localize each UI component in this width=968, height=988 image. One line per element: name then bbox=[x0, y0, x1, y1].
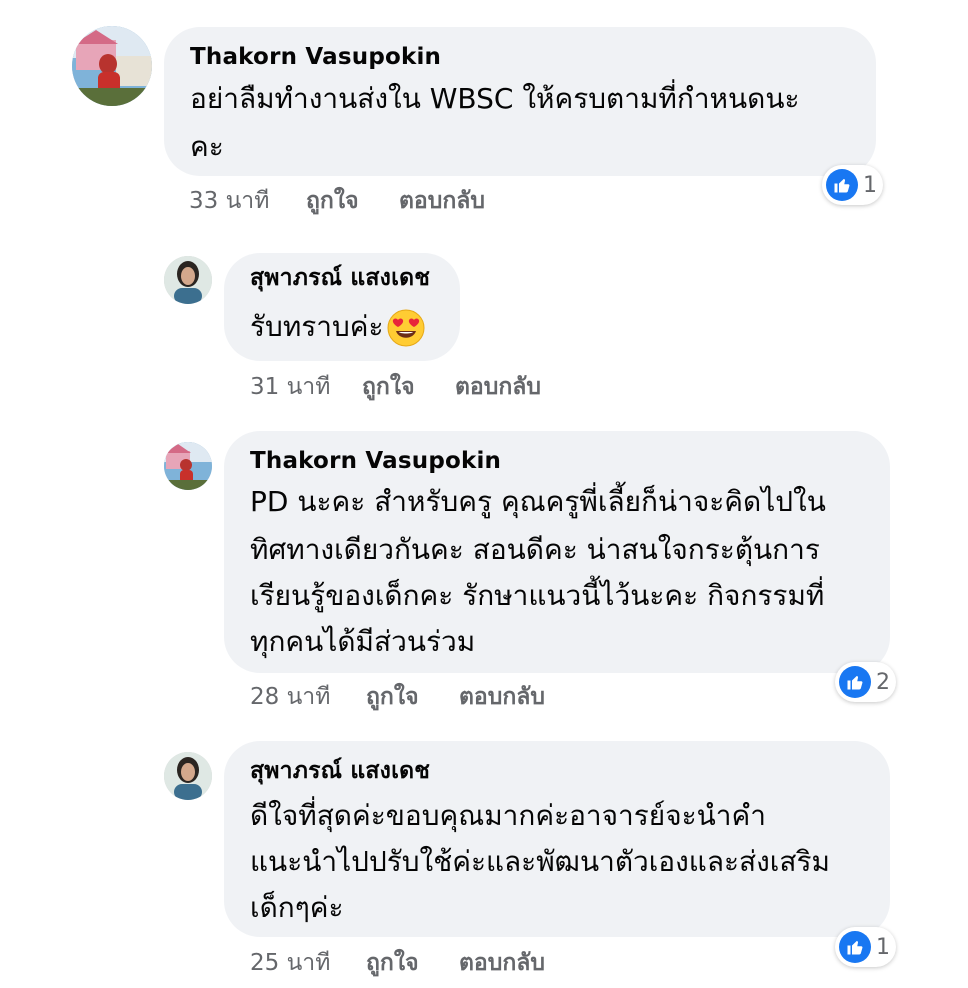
comment-bubble: สุพาภรณ์ แสงเดช ดีใจที่สุดค่ะขอบคุณมากค่… bbox=[224, 741, 890, 937]
comment-text-line: ทุกคนได้มีส่วนร่วม bbox=[250, 625, 476, 658]
comment-actions: 28 นาที ถูกใจ ตอบกลับ bbox=[250, 679, 650, 710]
comment-text-line: แนะนำไปปรับใช้ค่ะและพัฒนาตัวเองและส่งเสร… bbox=[250, 845, 830, 878]
like-button[interactable]: ถูกใจ bbox=[366, 679, 419, 715]
reaction-badge[interactable]: 1 bbox=[835, 927, 896, 967]
timestamp[interactable]: 31 นาที bbox=[250, 369, 330, 405]
comment-text-line: เด็กๆค่ะ bbox=[250, 891, 344, 924]
like-icon bbox=[839, 931, 871, 963]
reaction-count: 1 bbox=[863, 172, 877, 198]
avatar-photo bbox=[72, 26, 152, 106]
reaction-badge[interactable]: 1 bbox=[822, 165, 883, 205]
timestamp[interactable]: 28 นาที bbox=[250, 679, 330, 715]
reply-button[interactable]: ตอบกลับ bbox=[459, 945, 545, 981]
comment-bubble: Thakorn Vasupokin อย่าลืมทำงานส่งใน WBSC… bbox=[164, 27, 876, 176]
reply-button[interactable]: ตอบกลับ bbox=[399, 183, 485, 219]
comment-text-line: คะ bbox=[190, 130, 224, 163]
comment-actions: 31 นาที ถูกใจ ตอบกลับ bbox=[250, 369, 650, 400]
comment-bubble: Thakorn Vasupokin PD นะคะ สำหรับครู คุณค… bbox=[224, 431, 890, 673]
avatar[interactable] bbox=[164, 256, 212, 304]
comment-text-line: เรียนรู้ของเด็กคะ รักษาแนวนี้ไว้นะคะ กิจ… bbox=[250, 579, 825, 612]
like-icon bbox=[839, 666, 871, 698]
comment-text-line: รับทราบค่ะ bbox=[250, 310, 384, 343]
avatar-photo bbox=[164, 752, 212, 800]
comment-bubble: สุพาภรณ์ แสงเดช รับทราบค่ะ bbox=[224, 253, 460, 361]
like-button[interactable]: ถูกใจ bbox=[366, 945, 419, 981]
comment-text-line: PD นะคะ สำหรับครู คุณครูพี่เลี้ยก็น่าจะค… bbox=[250, 485, 826, 518]
reaction-badge[interactable]: 2 bbox=[835, 662, 896, 702]
comment-actions: 25 นาที ถูกใจ ตอบกลับ bbox=[250, 945, 650, 976]
comment-text: รับทราบค่ะ bbox=[250, 303, 425, 351]
reply-button[interactable]: ตอบกลับ bbox=[455, 369, 541, 405]
comment-text-line: ทิศทางเดียวกันคะ สอนดีคะ น่าสนใจกระตุ้นก… bbox=[250, 533, 820, 566]
avatar-photo bbox=[164, 256, 212, 304]
author-name[interactable]: Thakorn Vasupokin bbox=[250, 446, 501, 476]
reply-button[interactable]: ตอบกลับ bbox=[459, 679, 545, 715]
author-name[interactable]: สุพาภรณ์ แสงเดช bbox=[250, 756, 430, 786]
avatar[interactable] bbox=[164, 752, 212, 800]
comment-text-line: อย่าลืมทำงานส่งใน WBSC ให้ครบตามที่กำหนด… bbox=[190, 82, 800, 115]
like-icon bbox=[826, 169, 858, 201]
comment-actions: 33 นาที ถูกใจ ตอบกลับ bbox=[189, 183, 589, 214]
avatar-photo bbox=[164, 442, 212, 490]
avatar[interactable] bbox=[72, 26, 152, 106]
author-name[interactable]: สุพาภรณ์ แสงเดช bbox=[250, 263, 430, 293]
heart-eyes-emoji bbox=[387, 309, 425, 347]
timestamp[interactable]: 33 นาที bbox=[189, 183, 269, 219]
comment-text-line: ดีใจที่สุดค่ะขอบคุณมากค่ะอาจารย์จะนำคำ bbox=[250, 799, 766, 832]
avatar[interactable] bbox=[164, 442, 212, 490]
reaction-count: 1 bbox=[876, 934, 890, 960]
reaction-count: 2 bbox=[876, 669, 890, 695]
timestamp[interactable]: 25 นาที bbox=[250, 945, 330, 981]
like-button[interactable]: ถูกใจ bbox=[362, 369, 415, 405]
author-name[interactable]: Thakorn Vasupokin bbox=[190, 42, 441, 72]
like-button[interactable]: ถูกใจ bbox=[306, 183, 359, 219]
